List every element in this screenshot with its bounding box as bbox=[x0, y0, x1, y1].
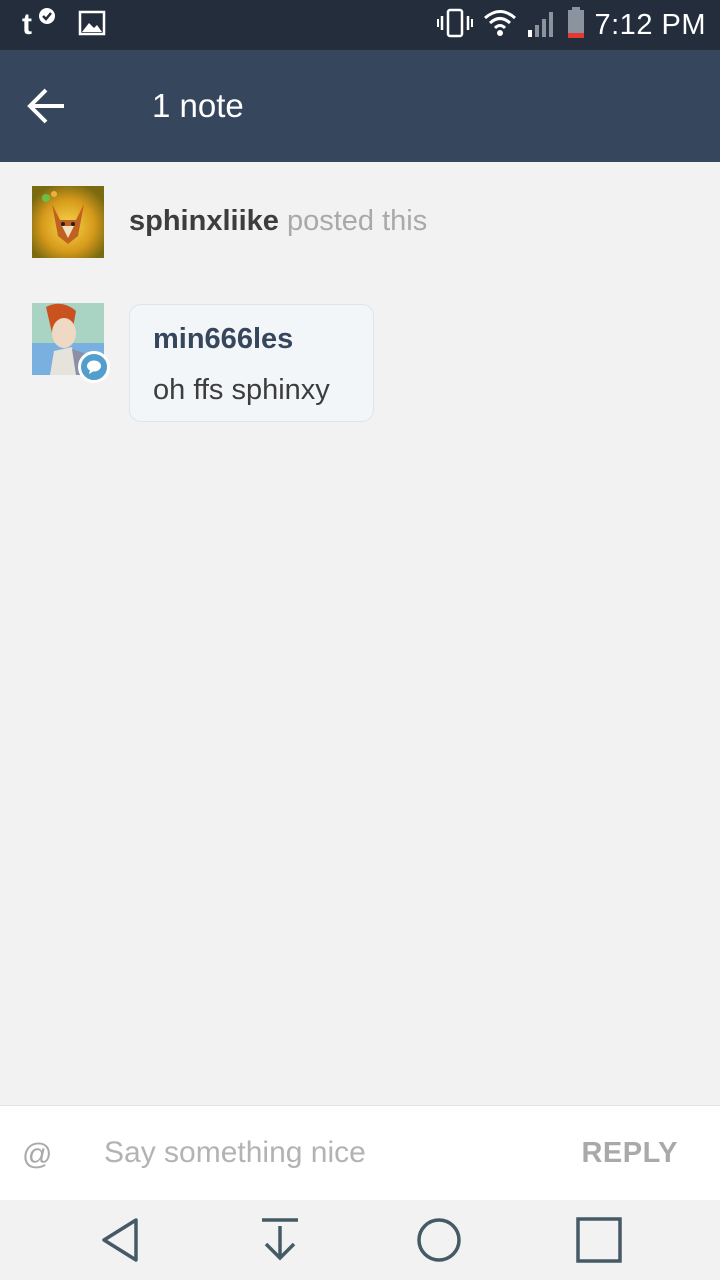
home-icon bbox=[417, 1218, 461, 1262]
reply-input[interactable] bbox=[104, 1128, 544, 1178]
page-title: 1 note bbox=[152, 87, 244, 124]
status-time: 7:12 PM bbox=[594, 8, 706, 41]
back-button[interactable] bbox=[24, 84, 72, 128]
wifi-icon bbox=[483, 9, 517, 42]
avatar[interactable] bbox=[32, 186, 104, 258]
comment-icon bbox=[87, 360, 101, 374]
nav-recents-button[interactable] bbox=[575, 1216, 623, 1264]
image-notification-icon bbox=[78, 9, 106, 42]
back-icon bbox=[102, 1218, 138, 1262]
reply-text: oh ffs sphinxy bbox=[153, 374, 330, 406]
app-bar: 1 note bbox=[0, 50, 720, 162]
cell-signal-icon bbox=[527, 8, 557, 43]
svg-text:t: t bbox=[22, 8, 32, 39]
reply-bubble: min666les oh ffs sphinxy bbox=[129, 304, 374, 422]
mention-button[interactable]: @ bbox=[22, 1138, 52, 1172]
note-action: posted this bbox=[286, 205, 428, 237]
status-bar: t 7:12 PM bbox=[0, 0, 720, 50]
reply-username[interactable]: min666les bbox=[153, 323, 293, 356]
navigation-bar bbox=[0, 1200, 720, 1280]
arrow-left-icon bbox=[27, 88, 64, 124]
note-username[interactable]: sphinxliike bbox=[129, 205, 279, 237]
tumblr-notification-icon: t bbox=[22, 7, 58, 44]
recents-icon bbox=[576, 1217, 622, 1263]
nav-home-button[interactable] bbox=[415, 1216, 463, 1264]
comment-badge bbox=[78, 351, 110, 383]
battery-low-icon bbox=[567, 6, 585, 44]
download-icon bbox=[262, 1218, 298, 1261]
post-note: sphinxliike posted this bbox=[129, 205, 427, 238]
nav-back-button[interactable] bbox=[96, 1216, 144, 1264]
nav-download-button[interactable] bbox=[256, 1216, 304, 1264]
reply-bar: @ REPLY bbox=[0, 1105, 720, 1200]
vibrate-icon bbox=[436, 8, 473, 43]
reply-button[interactable]: REPLY bbox=[581, 1137, 678, 1170]
